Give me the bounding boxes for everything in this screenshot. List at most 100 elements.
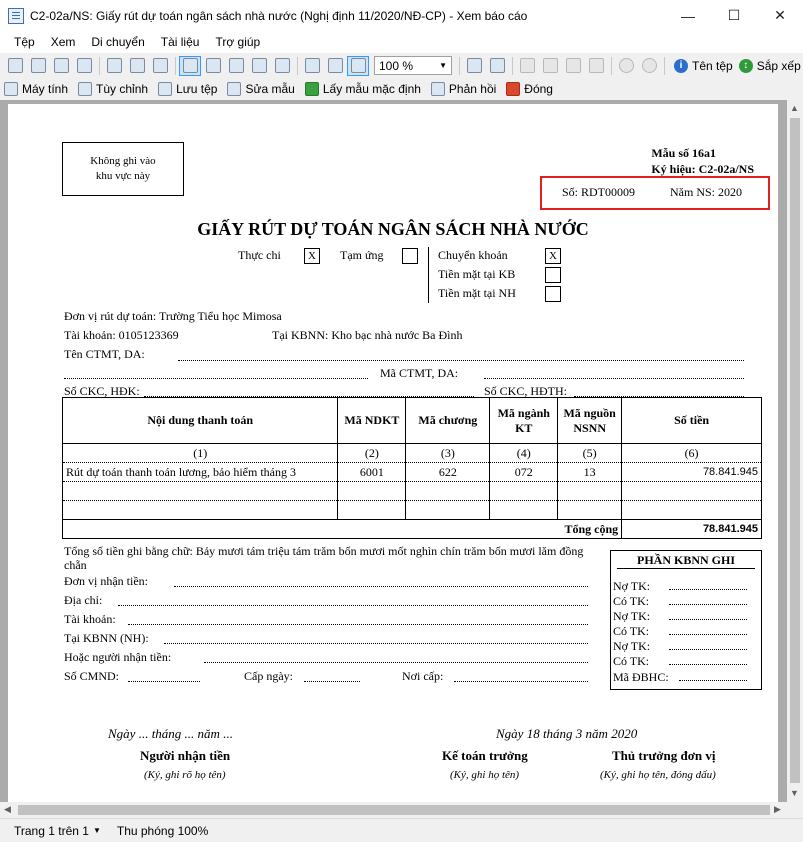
dotted-line: [669, 649, 747, 650]
customize-button[interactable]: Tùy chỉnh: [78, 82, 148, 96]
horizontal-scroll-thumb[interactable]: [18, 805, 770, 815]
zoom-region-icon[interactable]: [271, 56, 293, 76]
zoom-select[interactable]: 100 % ▼: [374, 56, 452, 75]
zoom-out-icon[interactable]: [248, 56, 270, 76]
open-folder-icon[interactable]: [27, 56, 49, 76]
page-indicator[interactable]: Trang 1 trên 1: [14, 824, 89, 838]
document-app-icon: [8, 7, 24, 24]
horizontal-scrollbar[interactable]: ◀ ▶: [0, 802, 803, 818]
maximize-button[interactable]: ☐: [711, 0, 757, 31]
back-icon[interactable]: [615, 56, 637, 76]
search-icon[interactable]: [149, 56, 171, 76]
person-label: Hoặc người nhận tiền:: [64, 650, 172, 664]
close-report-button[interactable]: Đóng: [506, 82, 553, 96]
fit-page-icon[interactable]: [301, 56, 323, 76]
fit-width-icon[interactable]: [324, 56, 346, 76]
calculator-icon: [4, 82, 18, 96]
multi-page-icon[interactable]: [486, 56, 508, 76]
report-page: Không ghi vào khu vực này Mẫu số 16a1 Ký…: [8, 104, 778, 802]
scroll-up-icon[interactable]: ▲: [790, 103, 799, 113]
edit-template-button[interactable]: Sửa mẫu: [227, 82, 295, 96]
next-page-icon[interactable]: [562, 56, 584, 76]
chevron-down-icon: ▼: [439, 61, 447, 70]
row-sector: 072: [489, 462, 559, 482]
calculator-label: Máy tính: [22, 82, 69, 96]
dotted-line: [669, 604, 747, 605]
scroll-left-icon[interactable]: ◀: [4, 804, 11, 815]
checkbox-actual-spend[interactable]: X: [304, 248, 320, 264]
table-of-contents-icon[interactable]: [103, 56, 125, 76]
issue-date-label: Cấp ngày:: [244, 669, 293, 683]
chevron-down-icon[interactable]: ▼: [93, 826, 101, 835]
row-source: 13: [557, 462, 623, 482]
account-line: Tài khoản: 0105123369: [64, 328, 179, 342]
hand-tool-icon[interactable]: [179, 55, 201, 76]
vertical-scrollbar[interactable]: ▲ ▼: [787, 100, 803, 802]
kbnn-section: PHẦN KBNN GHI Nợ TK: Có TK: Nợ TK: Có TK…: [610, 550, 762, 690]
signer-accountant-note: (Ký, ghi họ tên): [450, 769, 520, 781]
menu-view[interactable]: Xem: [43, 35, 84, 49]
report-viewport[interactable]: Không ghi vào khu vực này Mẫu số 16a1 Ký…: [0, 100, 787, 802]
default-template-button[interactable]: Lấy mẫu mặc định: [304, 82, 421, 96]
menu-navigate[interactable]: Di chuyển: [83, 35, 152, 49]
checkbox-advance[interactable]: [402, 248, 418, 264]
dotted-line: [164, 643, 588, 644]
form-number: Mẫu số 16a1: [651, 146, 716, 160]
previous-page-icon[interactable]: [539, 56, 561, 76]
first-page-icon[interactable]: [516, 56, 538, 76]
dotted-line: [128, 624, 588, 625]
actual-size-icon[interactable]: [347, 55, 369, 76]
zoom-in-icon[interactable]: [225, 56, 247, 76]
calculator-button[interactable]: Máy tính: [4, 82, 68, 96]
minimize-button[interactable]: —: [665, 0, 711, 31]
undo-icon: [304, 82, 319, 96]
menu-help[interactable]: Trợ giúp: [207, 35, 268, 49]
table-header: Mã ngành KT: [489, 397, 559, 444]
feedback-button[interactable]: Phản hồi: [430, 82, 496, 96]
print-icon[interactable]: [4, 56, 26, 76]
last-page-icon[interactable]: [585, 56, 607, 76]
scroll-down-icon[interactable]: ▼: [790, 788, 799, 798]
toolbar-separator: [99, 56, 100, 75]
row-chapter: 622: [405, 462, 491, 482]
scroll-right-icon[interactable]: ▶: [774, 804, 781, 815]
kbnn2-label: Tại KBNN (NH):: [64, 631, 149, 645]
single-page-icon[interactable]: [463, 56, 485, 76]
kbnn-line: Có TK:: [613, 594, 650, 608]
menu-bar: Tệp Xem Di chuyển Tài liệu Trợ giúp: [0, 31, 803, 53]
checkbox-transfer[interactable]: X: [545, 248, 561, 264]
magnifier-icon[interactable]: [202, 56, 224, 76]
find-icon[interactable]: [126, 56, 148, 76]
kbnn-line: Nợ TK:: [613, 579, 651, 593]
zoom-value: 100 %: [379, 58, 414, 73]
document-number: Số: RDT00009: [562, 185, 636, 199]
kbnn-line: Nợ TK:: [613, 639, 651, 653]
menu-file[interactable]: Tệp: [6, 35, 43, 49]
total-label: Tổng cộng: [61, 519, 623, 539]
dotted-line: [174, 586, 588, 587]
kbnn-line: Có TK:: [613, 654, 650, 668]
file-name-button[interactable]: i Tên tệp: [674, 58, 733, 73]
arrange-button[interactable]: ↕ Sắp xếp: [738, 58, 801, 73]
vertical-scroll-thumb[interactable]: [790, 118, 800, 783]
close-button[interactable]: ✕: [757, 0, 803, 31]
toolbar-separator: [611, 56, 612, 75]
date-right: Ngày 18 tháng 3 năm 2020: [496, 726, 638, 741]
dotted-line: [178, 360, 744, 361]
kbnn-line: Tại KBNN: Kho bạc nhà nước Ba Đình: [272, 328, 463, 342]
save-icon[interactable]: [50, 56, 72, 76]
toolbar-separator: [297, 56, 298, 75]
column-number: (6): [621, 443, 762, 463]
forward-icon[interactable]: [638, 56, 660, 76]
info-icon: i: [674, 58, 688, 73]
export-icon[interactable]: [73, 56, 95, 76]
label-actual-spend: Thực chi: [238, 248, 281, 262]
checkbox-cash-kb[interactable]: [545, 267, 561, 283]
toolbar-separator: [512, 56, 513, 75]
checkbox-cash-nh[interactable]: [545, 286, 561, 302]
kbnn-line: Mã ĐBHC:: [613, 670, 669, 684]
dotted-line: [669, 619, 747, 620]
menu-document[interactable]: Tài liệu: [153, 35, 208, 49]
save-file-button[interactable]: Lưu tệp: [158, 82, 217, 96]
column-number: (2): [337, 443, 407, 463]
